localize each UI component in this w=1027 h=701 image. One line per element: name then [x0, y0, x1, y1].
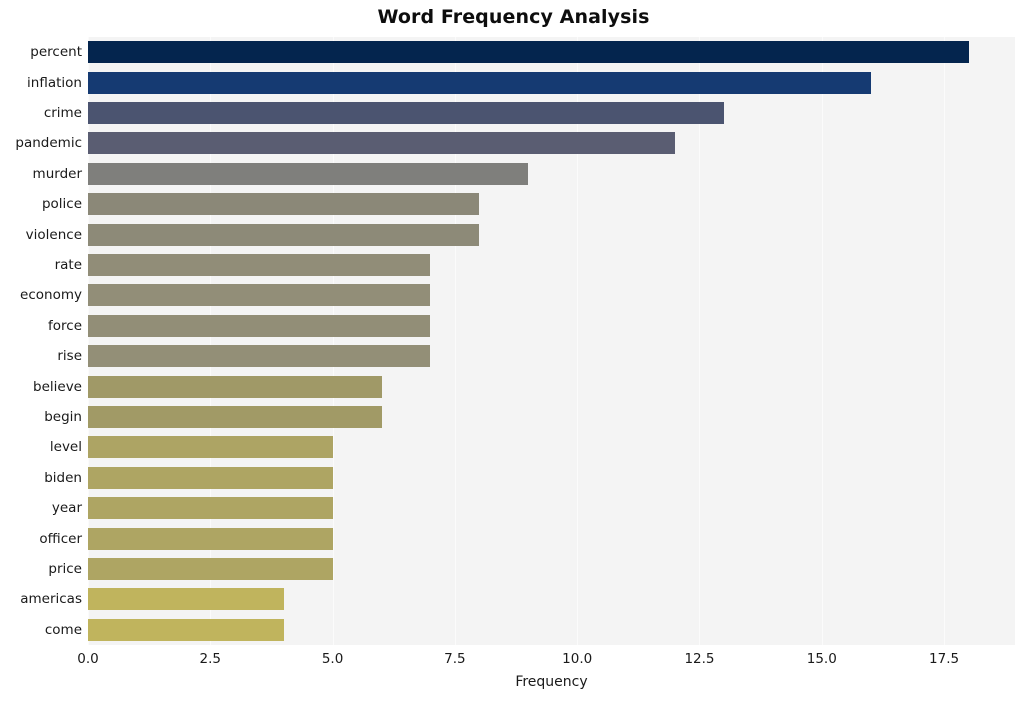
page-title: Word Frequency Analysis	[377, 6, 650, 28]
bar	[88, 162, 529, 185]
bar	[88, 406, 382, 428]
bar	[88, 618, 284, 641]
bar	[88, 497, 333, 520]
bar	[88, 193, 480, 216]
x-tick-label: 17.5	[929, 651, 960, 667]
y-tick-label: crime	[43, 105, 82, 121]
y-tick-label: begin	[44, 409, 82, 425]
bar	[88, 132, 676, 155]
y-tick-label: percent	[30, 44, 82, 61]
x-tick-label: 15.0	[806, 651, 837, 667]
y-tick-label: price	[48, 561, 82, 577]
y-tick-label: pandemic	[15, 135, 82, 152]
bar	[88, 223, 480, 246]
x-tick-label: 10.0	[562, 651, 593, 667]
x-tick-label: 5.0	[321, 651, 344, 667]
x-tick-label: 7.5	[444, 651, 466, 667]
bar	[88, 102, 724, 124]
bar	[88, 254, 431, 276]
y-tick-label: come	[44, 621, 82, 638]
y-tick-label: rate	[54, 257, 82, 273]
y-tick-label: force	[48, 317, 82, 334]
y-tick-label: biden	[44, 469, 82, 486]
bar	[88, 436, 333, 459]
x-axis-label: Frequency	[515, 674, 588, 690]
chart-figure: Word Frequency Analysis percent inflation…	[0, 0, 1027, 701]
bar	[88, 345, 431, 368]
y-tick-label: violence	[25, 226, 82, 243]
y-tick-label: level	[49, 439, 82, 456]
bar	[88, 314, 431, 337]
plot-area	[88, 37, 1015, 645]
y-tick-label: officer	[39, 530, 82, 547]
x-axis: 0.0 2.5 5.0 7.5 10.0 12.5 15.0 17.5	[77, 645, 1015, 675]
bar	[88, 71, 871, 94]
bar	[88, 466, 333, 489]
y-axis: percent inflation crime pandemic murder polic…	[0, 37, 82, 645]
bar	[88, 375, 382, 398]
bar-series	[88, 37, 1015, 645]
bar	[88, 558, 333, 580]
y-tick-label: year	[51, 500, 82, 517]
bar	[88, 41, 969, 64]
y-tick-label: rise	[57, 348, 82, 365]
y-tick-label: economy	[20, 287, 82, 304]
bar	[88, 284, 431, 307]
y-tick-label: murder	[32, 165, 82, 182]
x-tick-label: 0.0	[77, 651, 99, 667]
x-tick-label: 2.5	[199, 651, 222, 667]
y-tick-label: americas	[20, 591, 82, 608]
bar	[88, 527, 333, 550]
x-tick-label: 12.5	[684, 651, 715, 667]
y-tick-label: inflation	[27, 74, 82, 91]
bar	[88, 588, 284, 611]
y-tick-label: police	[41, 196, 82, 213]
y-tick-label: believe	[33, 378, 82, 395]
